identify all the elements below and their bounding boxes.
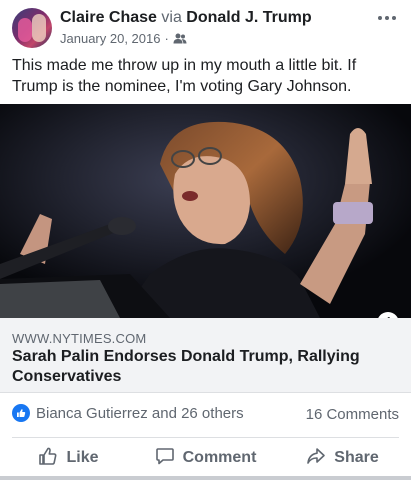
share-arrow-icon — [306, 446, 326, 471]
post-date[interactable]: January 20, 2016 — [60, 31, 160, 46]
thumbs-up-icon — [38, 446, 58, 471]
comments-count[interactable]: 16 Comments — [306, 406, 399, 423]
link-preview-image[interactable]: i — [0, 104, 411, 318]
more-dots-icon[interactable] — [375, 10, 399, 26]
via-page-name[interactable]: Donald J. Trump — [186, 9, 311, 26]
feed-post: Claire Chase via Donald J. Trump January… — [0, 0, 411, 480]
author-name[interactable]: Claire Chase — [60, 9, 157, 26]
comment-bubble-icon — [155, 446, 175, 471]
action-bar: Like Comment Share — [0, 442, 411, 474]
comment-label: Comment — [182, 449, 257, 466]
post-text: This made me throw up in my mouth a litt… — [12, 57, 357, 95]
speaker-photo — [0, 104, 411, 318]
author-avatar[interactable] — [12, 8, 52, 48]
via-label: via — [161, 9, 182, 26]
friends-icon[interactable] — [173, 33, 187, 44]
feed-separator — [0, 476, 411, 480]
comment-button[interactable]: Comment — [137, 442, 274, 474]
share-button[interactable]: Share — [274, 442, 411, 474]
post-header-line: Claire Chase via Donald J. Trump — [60, 9, 312, 27]
like-button[interactable]: Like — [0, 442, 137, 474]
meta-separator: · — [164, 31, 169, 46]
reactions-text[interactable]: Bianca Gutierrez and 26 others — [36, 405, 244, 422]
reactions-summary[interactable]: Bianca Gutierrez and 26 others — [12, 404, 244, 422]
like-label: Like — [66, 449, 99, 466]
share-label: Share — [334, 449, 379, 466]
link-title[interactable]: Sarah Palin Endorses Donald Trump, Rally… — [12, 347, 372, 387]
post-meta: January 20, 2016 · — [60, 31, 187, 46]
link-domain: WWW.NYTIMES.COM — [12, 331, 147, 346]
like-reaction-icon — [12, 404, 30, 422]
divider — [12, 437, 399, 438]
link-preview-box[interactable]: WWW.NYTIMES.COM Sarah Palin Endorses Don… — [0, 318, 411, 393]
